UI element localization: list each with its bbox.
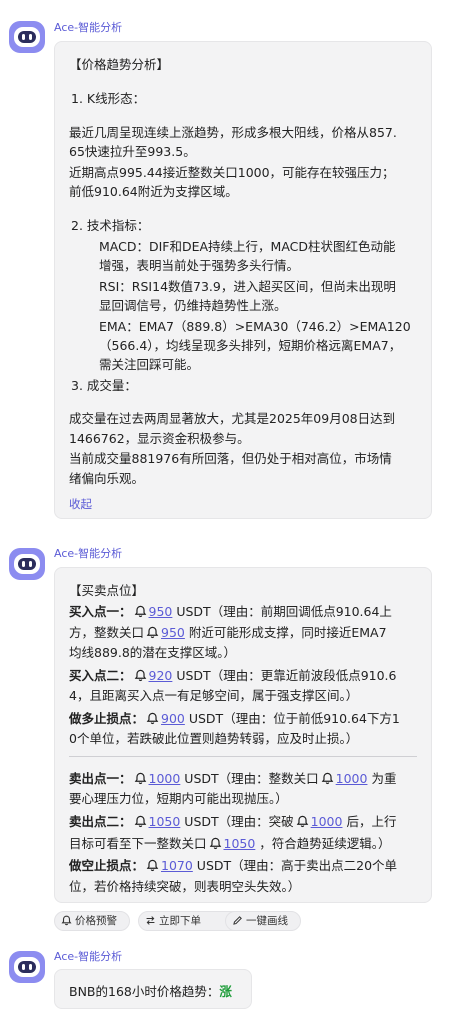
volume-text: 绪偏向乐观。	[69, 471, 145, 486]
sell-point-2-text: 目标可看至下一整数关口	[69, 836, 207, 851]
swap-icon	[146, 916, 155, 925]
bell-icon[interactable]	[134, 772, 147, 785]
ema-text: （566.4），均线呈现多头排列，短期价格远离EMA7，	[99, 338, 402, 353]
macd-text: MACD：DIF和DEA持续上行，MACD柱状图红色动能	[99, 239, 396, 254]
analysis-bubble: 【价格趋势分析】 1. K线形态： 最近几周呈现连续上涨趋势，形成多根大阳线，价…	[54, 41, 432, 519]
kline-text: 前低910.64附近为支撑区域。	[69, 184, 238, 199]
section-indicators-title: 2. 技术指标：	[71, 218, 150, 233]
price-link[interactable]: 950	[161, 625, 185, 640]
buy-point-2-text: USDT（理由：更靠近前波段低点910.6	[172, 668, 397, 683]
price-link[interactable]: 1000	[149, 771, 181, 786]
sell-point-2-line2: 目标可看至下一整数关口 1050 ，符合趋势延续逻辑。）	[69, 833, 391, 852]
pencil-icon	[233, 916, 242, 925]
sell-point-1: 卖出点一： 1000 USDT（理由：整数关口 1000 为重	[69, 768, 396, 787]
price-alert-label: 价格预警	[75, 915, 117, 927]
sell-point-2-text: 后，上行	[342, 814, 397, 829]
buy-point-1-text: USDT（理由：前期回调低点910.64上	[172, 604, 392, 619]
rsi-text: RSI：RSI14数值73.9，进入超买区间，但尚未出现明	[99, 279, 396, 294]
bell-icon[interactable]	[209, 837, 222, 850]
collapse-link[interactable]: 收起	[69, 496, 92, 512]
buy-point-2-label: 买入点二：	[69, 668, 132, 683]
buy-point-1-text: 均线889.8的潜在支撑区域。）	[69, 645, 237, 660]
volume-text: 1466762，显示资金积极参与。	[69, 431, 250, 446]
trend-bubble: BNB的168小时价格趋势：涨	[54, 969, 252, 1009]
stop-loss-short-text: USDT（理由：高于卖出点二20个单	[192, 858, 398, 873]
buy-point-2-text: 4，且距离买入点一有足够空间，属于强支撑区间。）	[69, 688, 359, 703]
volume-text: 当前成交量881976有所回落，但仍处于相对高位，市场情	[69, 451, 392, 466]
analysis-heading: 【价格趋势分析】	[69, 57, 170, 72]
stop-loss-long-label: 做多止损点：	[69, 711, 145, 726]
price-link[interactable]: 1050	[224, 836, 256, 851]
kline-text: 最近几周呈现连续上涨趋势，形成多根大阳线，价格从857.	[69, 125, 397, 140]
price-link[interactable]: 1000	[336, 771, 368, 786]
section-volume-title: 3. 成交量：	[71, 378, 137, 393]
bell-icon[interactable]	[146, 626, 159, 639]
volume-text: 成交量在过去两周显著放大，尤其是2025年09月08日达到	[69, 411, 396, 426]
stop-loss-long-text: 0个单位，若跌破此位置则趋势转弱，应及时止损。）	[69, 731, 359, 746]
ema-text: EMA：EMA7（889.8）>EMA30（746.2）>EMA120	[99, 319, 411, 334]
place-order-label: 立即下单	[159, 915, 201, 927]
rsi-text: 显回调信号，仍维持趋势性上涨。	[99, 298, 287, 313]
buy-point-1-label: 买入点一：	[69, 604, 132, 619]
sender-name: Ace-智能分析	[54, 21, 123, 34]
kline-text: 65快速拉升至993.5。	[69, 144, 196, 159]
stop-loss-long-text: USDT（理由：位于前低910.64下方1	[184, 711, 400, 726]
divider	[69, 756, 417, 757]
bell-icon[interactable]	[134, 669, 147, 682]
robot-avatar	[9, 548, 45, 580]
trend-text: BNB的168小时价格趋势：	[69, 984, 220, 999]
sell-point-1-text: 要心理压力位，短期内可能出现抛压。）	[69, 791, 288, 806]
sell-point-1-text: 为重	[367, 771, 397, 786]
sell-point-2-text: ，符合趋势延续逻辑。）	[255, 836, 391, 851]
stop-loss-short: 做空止损点： 1070 USDT（理由：高于卖出点二20个单	[69, 855, 397, 874]
price-link[interactable]: 1070	[161, 858, 193, 873]
buy-point-1-line2: 方，整数关口 950 附近可能形成支撑，同时接近EMA7	[69, 622, 387, 641]
draw-line-button[interactable]: 一键画线	[225, 911, 301, 931]
price-link[interactable]: 1000	[311, 814, 343, 829]
sell-point-1-text: USDT（理由：整数关口	[180, 771, 319, 786]
price-link[interactable]: 1050	[149, 814, 181, 829]
bell-icon[interactable]	[321, 772, 334, 785]
robot-avatar	[9, 951, 45, 983]
kline-text: 近期高点995.44接近整数关口1000，可能存在较强压力；	[69, 165, 395, 180]
bell-icon[interactable]	[134, 815, 147, 828]
bell-icon[interactable]	[134, 605, 147, 618]
trade-heading: 【买卖点位】	[69, 583, 145, 598]
sender-name: Ace-智能分析	[54, 950, 123, 963]
bell-icon[interactable]	[296, 815, 309, 828]
bell-icon[interactable]	[146, 859, 159, 872]
price-link[interactable]: 920	[149, 668, 173, 683]
stop-loss-short-text: 位，若价格持续突破，则表明空头失效。）	[69, 879, 301, 894]
sell-point-2-text: USDT（理由：突破	[180, 814, 294, 829]
bell-icon	[61, 915, 72, 926]
buy-point-1-text: 附近可能形成支撑，同时接近EMA7	[184, 625, 387, 640]
ema-text: 需关注回踩可能。	[99, 357, 200, 372]
price-link[interactable]: 950	[149, 604, 173, 619]
buy-point-1: 买入点一： 950 USDT（理由：前期回调低点910.64上	[69, 601, 392, 620]
bell-icon[interactable]	[146, 712, 159, 725]
sell-point-1-label: 卖出点一：	[69, 771, 132, 786]
sell-point-2: 卖出点二： 1050 USDT（理由：突破 1000 后，上行	[69, 811, 396, 830]
buy-point-2: 买入点二： 920 USDT（理由：更靠近前波段低点910.6	[69, 665, 396, 684]
stop-loss-short-label: 做空止损点：	[69, 858, 145, 873]
draw-line-label: 一键画线	[246, 915, 288, 927]
buy-point-1-text: 方，整数关口	[69, 625, 145, 640]
trend-line: BNB的168小时价格趋势：涨	[69, 981, 232, 1000]
price-alert-button[interactable]: 价格预警	[54, 911, 130, 931]
section-kline-title: 1. K线形态：	[71, 91, 146, 106]
sender-name: Ace-智能分析	[54, 547, 123, 560]
macd-text: 增强，表明当前处于强势多头行情。	[99, 258, 300, 273]
price-link[interactable]: 900	[161, 711, 185, 726]
stop-loss-long: 做多止损点： 900 USDT（理由：位于前低910.64下方1	[69, 708, 400, 727]
trade-points-bubble: 【买卖点位】 买入点一： 950 USDT（理由：前期回调低点910.64上 方，…	[54, 567, 432, 903]
sell-point-2-label: 卖出点二：	[69, 814, 132, 829]
trend-up-badge: 涨	[219, 984, 232, 999]
robot-avatar	[9, 21, 45, 53]
